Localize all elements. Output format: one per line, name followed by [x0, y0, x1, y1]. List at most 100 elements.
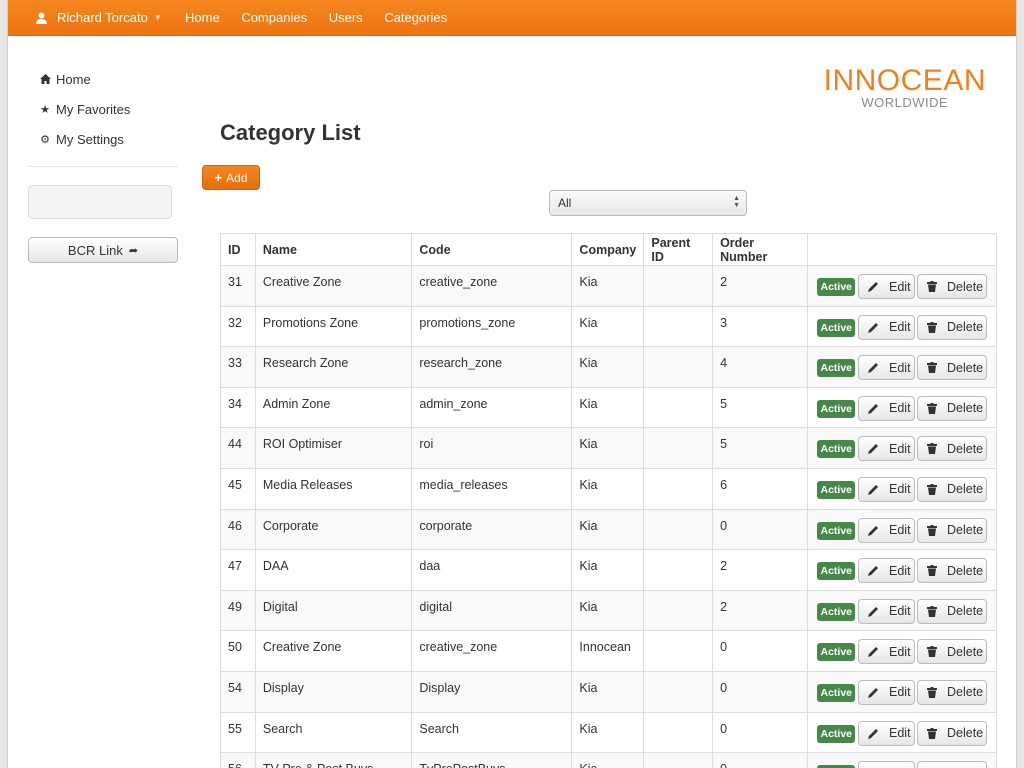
- edit-button[interactable]: Edit: [858, 720, 915, 746]
- status-badge[interactable]: Active: [817, 602, 855, 621]
- cell-name: ROI Optimiser: [254, 427, 413, 469]
- cell-parent-id: [643, 752, 714, 768]
- table-row: 56TV Pre & Post BuysTvPrePostBuysKia 0Act…: [220, 752, 997, 768]
- cell-actions: Active Edit Delete: [807, 265, 997, 307]
- header-name[interactable]: Name: [254, 233, 413, 266]
- nav-home[interactable]: Home: [185, 10, 220, 25]
- table-row: 54 Display Display Kia 0 Active Edit Delete: [220, 670, 997, 713]
- cell-parent-id: [643, 346, 714, 388]
- delete-button[interactable]: Delete: [917, 639, 987, 665]
- cell-id: 33: [220, 346, 256, 388]
- user-menu[interactable]: Richard Torcato ▼: [8, 10, 185, 25]
- header-order-number[interactable]: Order Number: [712, 233, 809, 266]
- edit-button-label: Edit: [889, 563, 911, 578]
- category-table: ID Name Code Company Parent ID Order Num…: [220, 233, 997, 768]
- delete-button[interactable]: Delete: [917, 355, 987, 381]
- cell-id: 54: [220, 670, 256, 713]
- table-body: 31 Creative Zone creative_zone Kia 2 Active Ed…: [220, 265, 997, 768]
- delete-button[interactable]: Delete: [917, 476, 987, 502]
- cell-company: Kia: [571, 508, 645, 551]
- top-navbar: Richard Torcato ▼ Home Companies Users C…: [8, 0, 1016, 36]
- delete-button[interactable]: Delete: [917, 598, 987, 624]
- cell-parent-id: [643, 630, 714, 672]
- header-parent-id[interactable]: Parent ID: [643, 233, 714, 266]
- delete-button[interactable]: Delete: [917, 761, 987, 768]
- delete-button[interactable]: Delete: [917, 436, 987, 462]
- edit-button[interactable]: Edit: [858, 761, 915, 768]
- user-icon: [36, 12, 47, 24]
- share-arrow-icon: ➦: [128, 244, 139, 257]
- edit-button[interactable]: Edit: [858, 355, 915, 381]
- status-badge[interactable]: Active: [817, 683, 855, 702]
- delete-button-label: Delete: [947, 726, 984, 741]
- nav-users[interactable]: Users: [329, 10, 363, 25]
- status-badge[interactable]: Active: [817, 724, 855, 743]
- edit-button[interactable]: Edit: [858, 639, 915, 665]
- cell-parent-id: [643, 711, 714, 754]
- edit-button[interactable]: Edit: [858, 679, 915, 705]
- status-badge[interactable]: Active: [817, 278, 855, 296]
- edit-button-label: Edit: [889, 685, 911, 700]
- edit-button[interactable]: Edit: [858, 395, 915, 421]
- pencil-icon: [868, 606, 884, 617]
- nav-companies[interactable]: Companies: [241, 10, 307, 25]
- status-badge[interactable]: Active: [817, 562, 855, 581]
- status-badge[interactable]: Active: [817, 480, 855, 499]
- delete-button[interactable]: Delete: [917, 517, 987, 543]
- cell-actions: Active Edit Delete: [807, 589, 997, 632]
- edit-button[interactable]: Edit: [858, 436, 915, 462]
- delete-button[interactable]: Delete: [917, 274, 987, 299]
- pencil-icon: [868, 728, 884, 739]
- delete-button[interactable]: Delete: [917, 720, 987, 746]
- edit-button[interactable]: Edit: [858, 314, 915, 340]
- sidebar-divider: [28, 166, 178, 167]
- pencil-icon: [868, 362, 884, 374]
- cell-code: TvPrePostBuys: [411, 752, 573, 768]
- delete-button[interactable]: Delete: [917, 679, 987, 705]
- cell-name: TV Pre & Post Buys: [254, 752, 413, 768]
- status-badge[interactable]: Active: [817, 399, 855, 418]
- pencil-icon: [868, 646, 884, 658]
- delete-button[interactable]: Delete: [917, 314, 987, 340]
- sidebar-item-home[interactable]: Home: [28, 64, 178, 94]
- trash-icon: [927, 524, 942, 536]
- company-filter-select[interactable]: All ▲ ▼: [549, 190, 747, 216]
- delete-button-label: Delete: [947, 563, 984, 578]
- table-row: 49 Digital digital Kia 2 Active Edit Delete: [220, 589, 997, 632]
- cell-order-number: 0: [712, 508, 809, 551]
- cell-code: creative_zone: [411, 265, 573, 307]
- pencil-icon: [868, 687, 884, 698]
- nav-categories[interactable]: Categories: [384, 10, 447, 25]
- table-row: 33 Research Zone research_zone Kia 4 Active Ed…: [220, 346, 997, 388]
- pencil-icon: [868, 322, 884, 333]
- delete-button[interactable]: Delete: [917, 395, 987, 421]
- status-badge[interactable]: Active: [817, 643, 855, 662]
- header-company[interactable]: Company: [571, 233, 645, 266]
- edit-button[interactable]: Edit: [858, 558, 915, 584]
- edit-button[interactable]: Edit: [858, 274, 915, 299]
- edit-button-label: Edit: [889, 523, 911, 538]
- trash-icon: [927, 362, 942, 374]
- sidebar-item-settings[interactable]: ⚙ My Settings: [28, 124, 178, 154]
- delete-button[interactable]: Delete: [917, 558, 987, 584]
- cell-id: 31: [220, 265, 256, 307]
- header-code[interactable]: Code: [411, 233, 573, 266]
- bcr-link-button[interactable]: BCR Link ➦: [28, 237, 178, 263]
- status-badge[interactable]: Active: [817, 521, 855, 540]
- cell-code: promotions_zone: [411, 305, 573, 348]
- edit-button[interactable]: Edit: [858, 476, 915, 502]
- status-badge[interactable]: Active: [817, 359, 855, 378]
- edit-button[interactable]: Edit: [858, 598, 915, 624]
- status-badge[interactable]: Active: [817, 440, 855, 459]
- cell-actions: Active Edit Delete: [807, 630, 997, 672]
- cell-actions: Active Edit Delete: [807, 427, 997, 469]
- cell-parent-id: [643, 549, 714, 591]
- trash-icon: [927, 483, 942, 495]
- header-id[interactable]: ID: [220, 233, 256, 266]
- sidebar-item-favorites[interactable]: ★ My Favorites: [28, 94, 178, 124]
- add-button[interactable]: + Add: [202, 165, 260, 190]
- trash-icon: [927, 321, 942, 333]
- edit-button[interactable]: Edit: [858, 517, 915, 543]
- delete-button-label: Delete: [947, 482, 984, 497]
- status-badge[interactable]: Active: [817, 318, 855, 337]
